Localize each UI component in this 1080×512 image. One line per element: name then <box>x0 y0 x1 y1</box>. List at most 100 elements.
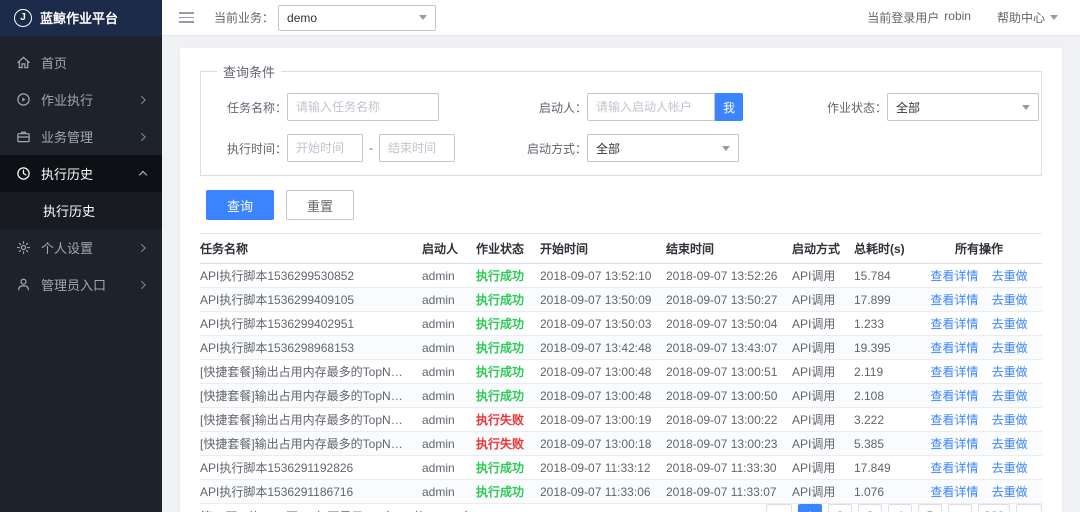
sidebar: 首页 作业执行 业务管理 执行历史 执行历史 个人设置 管理员入口 <box>0 36 162 512</box>
start-time-cell: 2018-09-07 13:50:03 <box>540 316 652 331</box>
view-details-link[interactable]: 查看详情 <box>930 413 978 427</box>
view-details-link[interactable]: 查看详情 <box>930 461 978 475</box>
main-content: 查询条件 任务名称： 启动人： 我 作业状态： 全部 <box>162 36 1080 512</box>
redo-link[interactable]: 去重做 <box>992 413 1028 427</box>
operations-cell: 查看详情 去重做 <box>916 339 1042 356</box>
pager-next-button[interactable]: >> <box>1015 504 1042 512</box>
column-start-time: 开始时间 <box>540 242 589 256</box>
sidebar-item-execution-history[interactable]: 执行历史 <box>0 155 162 192</box>
task-name-cell: API执行脚本1536299402951 <box>200 317 355 331</box>
business-select-value: demo <box>287 10 318 25</box>
start-time-input[interactable] <box>287 134 363 162</box>
pager-page-button-366[interactable]: 366 <box>977 504 1010 512</box>
redo-link[interactable]: 去重做 <box>992 317 1028 331</box>
job-status-cell: 执行成功 <box>476 269 525 283</box>
view-details-link[interactable]: 查看详情 <box>930 365 978 379</box>
operations-cell: 查看详情 去重做 <box>916 435 1042 452</box>
table-row: API执行脚本1536298968153 admin 执行成功 2018-09-… <box>200 336 1042 360</box>
pager-page-button-1[interactable]: 1 <box>797 504 822 512</box>
task-name-cell: [快捷套餐]输出占用内存最多的TopN进程 <box>200 413 415 427</box>
end-time-cell: 2018-09-07 13:00:22 <box>666 412 778 427</box>
menu-toggle-icon[interactable] <box>175 8 198 27</box>
operations-cell: 查看详情 去重做 <box>916 315 1042 332</box>
pager-page-button-5[interactable]: 5 <box>917 504 942 512</box>
sidebar-item-personal-settings[interactable]: 个人设置 <box>0 229 162 266</box>
view-details-link[interactable]: 查看详情 <box>930 293 978 307</box>
chevron-right-icon <box>137 132 146 141</box>
view-details-link[interactable]: 查看详情 <box>930 341 978 355</box>
sidebar-item-label: 执行历史 <box>41 167 94 182</box>
redo-link[interactable]: 去重做 <box>992 269 1028 283</box>
duration-cell: 17.899 <box>854 292 891 307</box>
redo-link[interactable]: 去重做 <box>992 293 1028 307</box>
sidebar-item-business-management[interactable]: 业务管理 <box>0 118 162 155</box>
redo-link[interactable]: 去重做 <box>992 461 1028 475</box>
login-user-label: 当前登录用户 <box>867 11 940 25</box>
table-row: [快捷套餐]输出占用内存最多的TopN进程 admin 执行成功 2018-09… <box>200 384 1042 408</box>
help-center-menu[interactable]: 帮助中心 <box>997 9 1058 26</box>
sidebar-item-admin-entry[interactable]: 管理员入口 <box>0 266 162 303</box>
reset-button[interactable]: 重置 <box>286 190 354 220</box>
launch-mode-cell: API调用 <box>792 293 836 307</box>
operations-cell: 查看详情 去重做 <box>916 459 1042 476</box>
end-time-input[interactable] <box>379 134 455 162</box>
starter-input[interactable] <box>587 93 715 121</box>
sidebar-item-label: 个人设置 <box>41 241 94 256</box>
me-button[interactable]: 我 <box>715 93 743 121</box>
view-details-link[interactable]: 查看详情 <box>930 269 978 283</box>
column-job-status: 作业状态 <box>476 242 525 256</box>
business-management-icon <box>16 129 31 144</box>
pager-page-button-3[interactable]: 3 <box>857 504 882 512</box>
sidebar-item-label: 作业执行 <box>41 93 94 108</box>
search-button[interactable]: 查询 <box>206 190 274 220</box>
starter-cell: admin <box>422 316 455 331</box>
sidebar-item-label: 管理员入口 <box>41 278 107 293</box>
pager-ellipsis[interactable]: ... <box>947 504 972 512</box>
pager-page-button-2[interactable]: 2 <box>827 504 852 512</box>
table-row: [快捷套餐]输出占用内存最多的TopN进程 admin 执行失败 2018-09… <box>200 432 1042 456</box>
sidebar-subitem-execution-history[interactable]: 执行历史 <box>0 192 162 229</box>
starter-cell: admin <box>422 436 455 451</box>
home-icon <box>16 55 31 70</box>
job-status-cell: 执行成功 <box>476 461 525 475</box>
pager-page-button-4[interactable]: 4 <box>887 504 912 512</box>
launch-mode-cell: API调用 <box>792 485 836 499</box>
pager-prev-button[interactable]: << <box>765 504 792 512</box>
business-select[interactable]: demo <box>278 4 437 31</box>
redo-link[interactable]: 去重做 <box>992 389 1028 403</box>
sidebar-item-job-execution[interactable]: 作业执行 <box>0 81 162 118</box>
task-name-input[interactable] <box>287 93 439 121</box>
launch-mode-cell: API调用 <box>792 461 836 475</box>
job-status-select[interactable]: 全部 <box>887 93 1039 121</box>
task-name-label: 任务名称： <box>226 100 287 115</box>
start-time-cell: 2018-09-07 11:33:12 <box>540 460 651 475</box>
execution-history-icon <box>16 166 31 181</box>
start-time-cell: 2018-09-07 13:00:18 <box>540 436 652 451</box>
launch-mode-cell: API调用 <box>792 317 836 331</box>
launch-mode-cell: API调用 <box>792 413 836 427</box>
view-details-link[interactable]: 查看详情 <box>930 317 978 331</box>
launch-mode-cell: API调用 <box>792 437 836 451</box>
view-details-link[interactable]: 查看详情 <box>930 485 978 499</box>
column-end-time: 结束时间 <box>666 242 715 256</box>
launch-mode-select[interactable]: 全部 <box>587 134 739 162</box>
sidebar-item-home[interactable]: 首页 <box>0 44 162 81</box>
table-row: [快捷套餐]输出占用内存最多的TopN进程 admin 执行失败 2018-09… <box>200 408 1042 432</box>
redo-link[interactable]: 去重做 <box>992 437 1028 451</box>
table-header: 任务名称 启动人 作业状态 开始时间 结束时间 启动方式 总耗时(s) 所有操作 <box>200 234 1042 264</box>
duration-cell: 5.385 <box>854 436 885 451</box>
starter-cell: admin <box>422 460 455 475</box>
job-status-cell: 执行成功 <box>476 317 525 331</box>
starter-cell: admin <box>422 292 455 307</box>
task-name-cell: API执行脚本1536299409105 <box>200 293 355 307</box>
redo-link[interactable]: 去重做 <box>992 365 1028 379</box>
redo-link[interactable]: 去重做 <box>992 341 1028 355</box>
redo-link[interactable]: 去重做 <box>992 485 1028 499</box>
table-row: API执行脚本1536299402951 admin 执行成功 2018-09-… <box>200 312 1042 336</box>
history-table: 任务名称 启动人 作业状态 开始时间 结束时间 启动方式 总耗时(s) 所有操作… <box>200 233 1042 504</box>
end-time-cell: 2018-09-07 13:43:07 <box>666 340 778 355</box>
view-details-link[interactable]: 查看详情 <box>930 389 978 403</box>
start-time-cell: 2018-09-07 13:00:48 <box>540 364 652 379</box>
view-details-link[interactable]: 查看详情 <box>930 437 978 451</box>
chevron-up-icon <box>138 169 148 180</box>
